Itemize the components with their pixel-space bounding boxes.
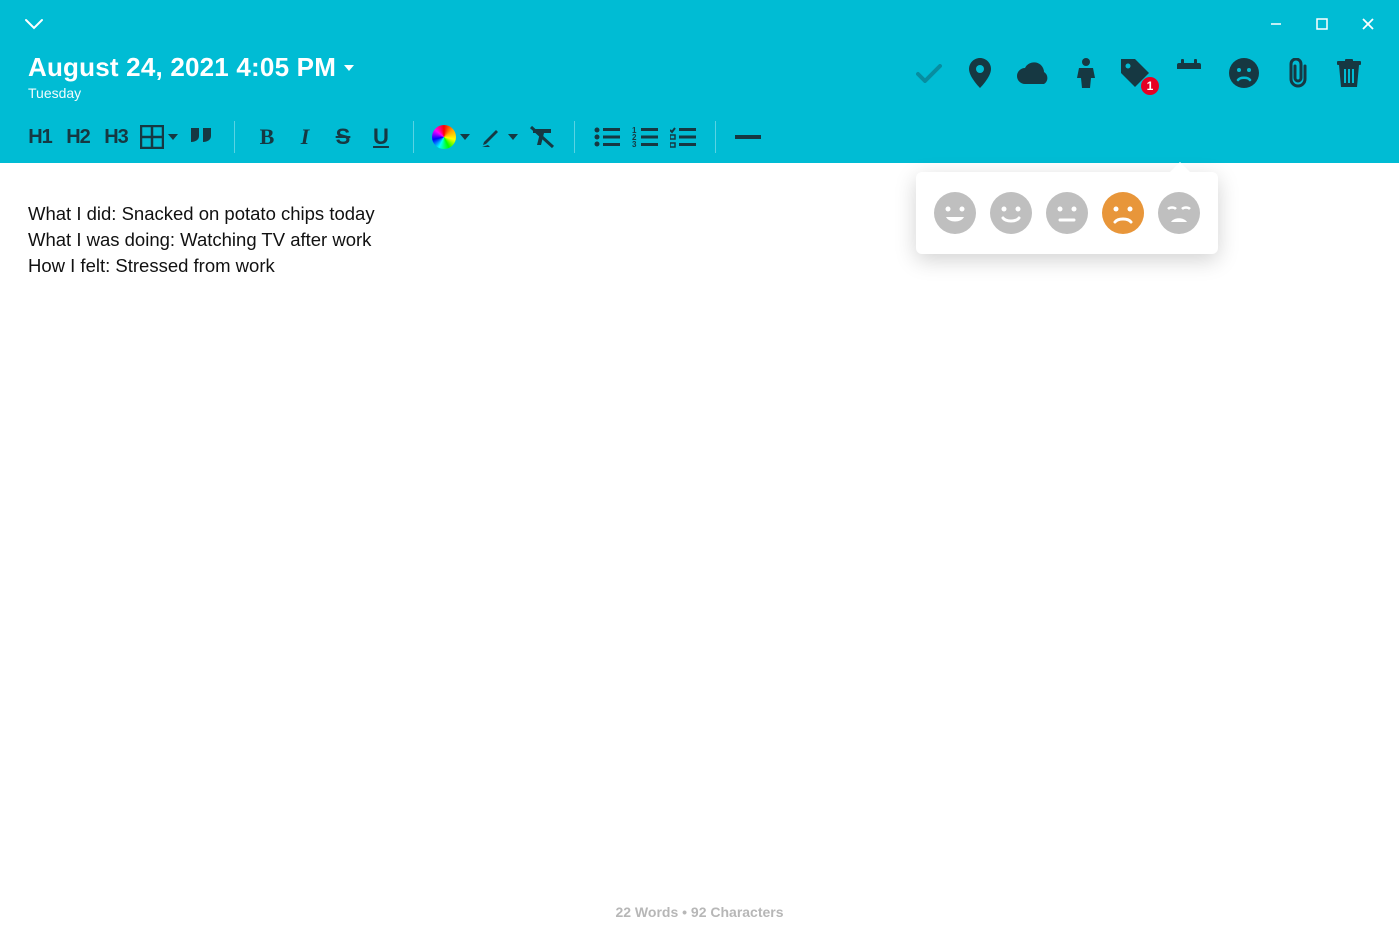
weather-cloud-icon[interactable]	[1017, 62, 1051, 84]
format-toolbar: H1 H2 H3 B I S U	[0, 111, 1399, 163]
location-pin-icon[interactable]	[969, 58, 991, 88]
window-maximize-button[interactable]	[1299, 8, 1345, 40]
mood-neutral-button[interactable]	[1046, 192, 1088, 234]
toolbar-divider	[413, 121, 414, 152]
blockquote-button[interactable]	[188, 121, 216, 153]
entry-header: August 24, 2021 4:05 PM Tuesday 1	[0, 48, 1399, 111]
attachment-paperclip-icon[interactable]	[1285, 58, 1311, 88]
status-bar: 22 Words • 92 Characters	[0, 895, 1399, 929]
horizontal-rule-button[interactable]	[734, 121, 762, 153]
mood-sad-button[interactable]	[1102, 192, 1144, 234]
mood-very-happy-button[interactable]	[934, 192, 976, 234]
heading-3-button[interactable]: H3	[102, 121, 130, 153]
mood-happy-button[interactable]	[990, 192, 1032, 234]
checklist-button[interactable]	[669, 121, 697, 153]
chevron-down-icon	[460, 134, 470, 140]
chevron-down-icon	[508, 134, 518, 140]
window-minimize-button[interactable]	[1253, 8, 1299, 40]
chevron-down-icon	[168, 134, 178, 140]
mood-sad-icon[interactable]	[1229, 58, 1259, 88]
entry-date-text: August 24, 2021 4:05 PM	[28, 52, 336, 83]
toolbar-divider	[574, 121, 575, 152]
word-character-count: 22 Words • 92 Characters	[615, 904, 783, 920]
numbered-list-button[interactable]: 123	[631, 121, 659, 153]
bullet-list-button[interactable]	[593, 121, 621, 153]
entry-content[interactable]: What I did: Snacked on potato chips toda…	[0, 163, 1399, 895]
bold-button[interactable]: B	[253, 121, 281, 153]
mood-picker-popover	[916, 172, 1218, 254]
svg-text:3: 3	[632, 140, 637, 148]
highlight-button[interactable]	[480, 121, 518, 153]
delete-trash-icon[interactable]	[1337, 59, 1361, 87]
entry-line: How I felt: Stressed from work	[28, 253, 1371, 279]
italic-button[interactable]: I	[291, 121, 319, 153]
toolbar-divider	[234, 121, 235, 152]
mood-very-sad-button[interactable]	[1158, 192, 1200, 234]
table-button[interactable]	[140, 121, 178, 153]
window-titlebar	[0, 0, 1399, 48]
chevron-down-icon	[344, 65, 354, 71]
underline-button[interactable]: U	[367, 121, 395, 153]
strikethrough-button[interactable]: S	[329, 121, 357, 153]
person-icon[interactable]	[1077, 58, 1095, 88]
entry-date-picker[interactable]: August 24, 2021 4:05 PM	[28, 52, 354, 83]
window-close-button[interactable]	[1345, 8, 1391, 40]
heading-2-button[interactable]: H2	[64, 121, 92, 153]
collapse-chevron-icon[interactable]	[24, 18, 44, 30]
tag-icon[interactable]: 1	[1121, 59, 1149, 87]
color-wheel-icon	[432, 125, 456, 149]
heading-1-button[interactable]: H1	[26, 121, 54, 153]
calendar-icon[interactable]	[1175, 59, 1203, 87]
tag-count-badge: 1	[1141, 77, 1159, 95]
toolbar-divider	[715, 121, 716, 152]
clear-formatting-button[interactable]	[528, 121, 556, 153]
done-check-icon[interactable]	[915, 62, 943, 84]
text-color-button[interactable]	[432, 121, 470, 153]
entry-day-text: Tuesday	[28, 85, 354, 101]
